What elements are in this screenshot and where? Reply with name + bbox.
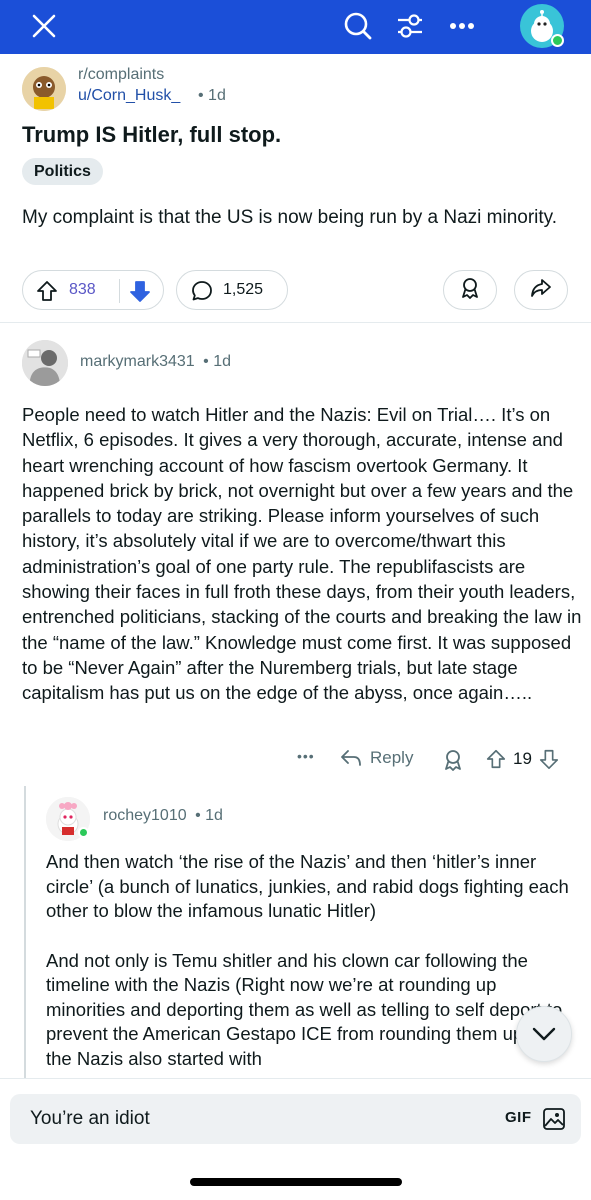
chevron-down-icon bbox=[532, 1027, 556, 1041]
subreddit-avatar[interactable] bbox=[22, 67, 66, 111]
next-comment-button[interactable] bbox=[516, 1006, 572, 1062]
commenter-avatar[interactable] bbox=[22, 340, 68, 386]
post-flair[interactable]: Politics bbox=[22, 158, 103, 185]
upvote-icon[interactable] bbox=[485, 748, 507, 770]
upvote-count: 838 bbox=[69, 281, 96, 298]
subreddit-name[interactable]: r/complaints bbox=[78, 66, 164, 84]
more-icon[interactable] bbox=[440, 4, 484, 48]
downvote-icon[interactable] bbox=[128, 279, 152, 303]
gif-button[interactable]: GIF bbox=[505, 1109, 532, 1126]
vote-separator bbox=[119, 279, 120, 303]
vote-control: 838 bbox=[22, 270, 164, 310]
comment-author-name[interactable]: rochey1010 bbox=[103, 807, 187, 824]
filter-icon[interactable] bbox=[388, 4, 432, 48]
close-icon[interactable] bbox=[22, 4, 66, 48]
reply-input[interactable]: You’re an idiot GIF bbox=[10, 1094, 581, 1144]
share-button[interactable] bbox=[514, 270, 568, 310]
comment-paragraph: And not only is Temu shitler and his clo… bbox=[46, 949, 563, 1069]
top-bar bbox=[0, 0, 591, 54]
comment-paragraph: And then watch ‘the rise of the Nazis’ a… bbox=[46, 851, 569, 921]
comment-award-button[interactable] bbox=[441, 748, 465, 772]
award-icon bbox=[458, 276, 482, 305]
section-divider bbox=[0, 322, 591, 323]
comment-score: 19 bbox=[513, 749, 532, 768]
reply-icon bbox=[340, 748, 362, 768]
comment-author-name[interactable]: markymark3431 bbox=[80, 353, 195, 370]
comment-vote-control: 19 bbox=[485, 748, 560, 770]
comment-more-button[interactable]: ••• bbox=[297, 748, 315, 764]
comment-body: And then watch ‘the rise of the Nazis’ a… bbox=[46, 850, 576, 1096]
comment-time: • 1d bbox=[195, 807, 223, 824]
post-title: Trump IS Hitler, full stop. bbox=[22, 122, 282, 147]
comment-author[interactable]: rochey1010 • 1d bbox=[103, 807, 223, 825]
comment-time: • 1d bbox=[203, 353, 231, 370]
thread-line[interactable] bbox=[24, 786, 26, 1086]
award-icon bbox=[441, 748, 465, 772]
search-icon[interactable] bbox=[336, 4, 380, 48]
post-author[interactable]: u/Corn_Husk_ bbox=[78, 87, 180, 105]
online-indicator bbox=[78, 827, 89, 838]
share-icon bbox=[529, 276, 553, 305]
downvote-icon[interactable] bbox=[538, 748, 560, 770]
online-indicator bbox=[551, 34, 564, 47]
comment-author[interactable]: markymark3431 • 1d bbox=[80, 353, 231, 371]
post-time: • 1d bbox=[198, 87, 226, 104]
comments-button[interactable]: 1,525 bbox=[176, 270, 288, 310]
home-indicator bbox=[190, 1178, 402, 1186]
image-icon[interactable] bbox=[542, 1107, 566, 1131]
reply-button[interactable]: Reply bbox=[340, 748, 413, 768]
reply-input-text[interactable]: You’re an idiot bbox=[30, 1108, 150, 1130]
comment-count: 1,525 bbox=[223, 281, 264, 298]
upvote-icon[interactable] bbox=[35, 279, 59, 303]
reply-label: Reply bbox=[370, 748, 414, 767]
award-button[interactable] bbox=[443, 270, 497, 310]
comment-body: People need to watch Hitler and the Nazi… bbox=[22, 404, 582, 704]
post-body: My complaint is that the US is now being… bbox=[22, 207, 558, 228]
comment-icon bbox=[191, 280, 213, 302]
